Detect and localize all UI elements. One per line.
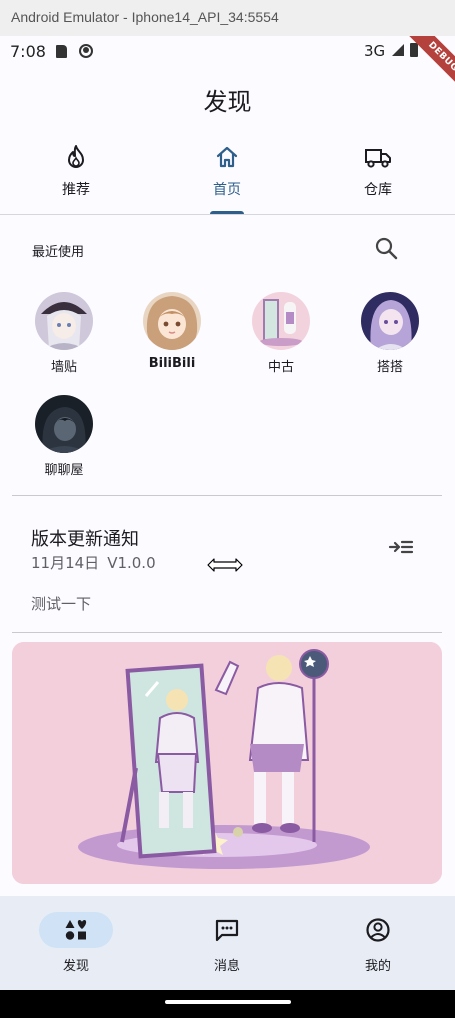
nav-label: 消息 (213, 959, 240, 974)
app-item-qiangtie[interactable]: 墙贴 (24, 292, 104, 375)
app-avatar (143, 292, 201, 350)
tab-recommend[interactable]: 推荐 (26, 144, 126, 216)
discover-icon (65, 920, 87, 940)
sd-card-icon (56, 45, 67, 58)
app-avatar (361, 292, 419, 350)
signal-icon (392, 44, 404, 56)
nav-active-pill (39, 912, 113, 948)
app-avatar (35, 292, 93, 350)
bottom-navigation: 发现 消息 我的 (0, 896, 455, 990)
account-icon (366, 918, 390, 942)
app-name: 中古 (267, 360, 294, 375)
section-divider (12, 495, 442, 496)
notice-collapse-button[interactable] (388, 536, 414, 558)
app-name: BiliBili (148, 356, 196, 371)
app-name: 搭搭 (376, 360, 403, 375)
app-name: 聊聊屋 (44, 463, 84, 478)
notice-meta: 11月14日 V1.0.0 (31, 552, 156, 573)
tab-label: 推荐 (62, 182, 90, 198)
emulator-window-title: Android Emulator - Iphone14_API_34:5554 (0, 0, 455, 36)
sync-status-icon (79, 44, 93, 58)
banner-illustration (12, 642, 442, 884)
recent-section-label: 最近使用 (32, 245, 85, 260)
nav-profile[interactable]: 我的 (328, 912, 428, 974)
status-time: 7:08 (10, 42, 46, 61)
message-icon (215, 919, 239, 942)
app-item-zhonggu[interactable]: 中古 (241, 292, 321, 375)
home-icon (216, 146, 238, 168)
app-avatar (252, 292, 310, 350)
tabs-divider (0, 214, 455, 215)
tab-home[interactable]: 首页 (177, 144, 277, 216)
nav-messages[interactable]: 消息 (177, 912, 277, 974)
notice-title: 版本更新通知 (31, 529, 139, 550)
status-bar: 7:08 3G (0, 36, 455, 66)
flame-icon (68, 145, 84, 168)
banner-image[interactable] (12, 642, 442, 884)
app-item-bilibili[interactable]: BiliBili (132, 292, 212, 371)
phone-screen: 7:08 3G DEBUG 发现 推荐 首页 仓库 最近使用 墙贴 BiliBi… (0, 36, 455, 1018)
notice-body: 测试一下 (31, 595, 92, 613)
truck-icon (365, 149, 391, 168)
notice-version: V1.0.0 (107, 554, 156, 572)
resize-cursor-icon (207, 558, 243, 572)
gesture-bar (0, 990, 455, 1018)
notice-date: 11月14日 (31, 554, 100, 572)
section-divider (12, 632, 442, 633)
arrow-collapse-icon (388, 540, 414, 554)
tab-label: 首页 (213, 182, 241, 198)
app-name: 墙贴 (50, 360, 77, 375)
home-gesture-handle[interactable] (165, 1000, 291, 1004)
app-avatar (35, 395, 93, 453)
search-button[interactable] (372, 234, 400, 262)
network-type: 3G (364, 42, 386, 60)
tab-label: 仓库 (364, 182, 392, 198)
battery-icon (410, 43, 418, 57)
app-item-dada[interactable]: 搭搭 (350, 292, 430, 375)
search-icon (375, 237, 398, 260)
nav-label: 我的 (364, 959, 391, 974)
app-item-liaoliaowu[interactable]: 聊聊屋 (24, 395, 104, 478)
tab-warehouse[interactable]: 仓库 (328, 144, 428, 216)
nav-label: 发现 (62, 959, 89, 974)
nav-discover[interactable]: 发现 (26, 912, 126, 974)
page-title: 发现 (203, 88, 252, 116)
